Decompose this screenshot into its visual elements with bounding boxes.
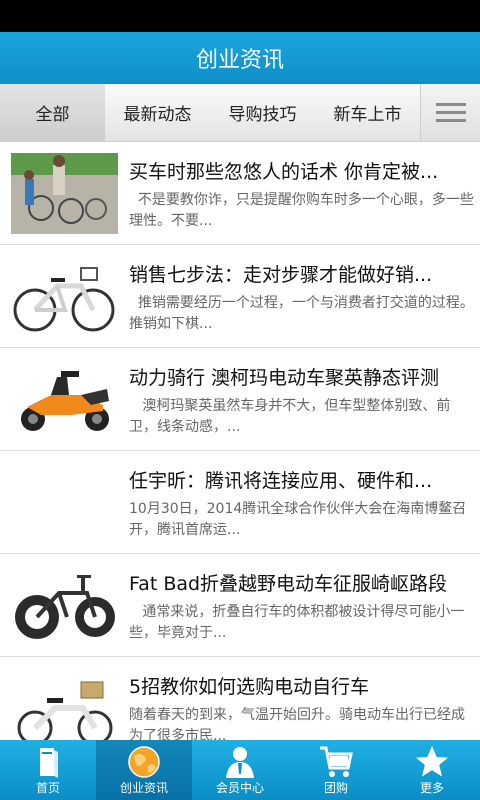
article-title: 买车时那些忽悠人的话术 你肯定被... bbox=[129, 161, 439, 183]
article-summary: 随着春天的到来，气温开始回升。骑电动车出行已经成为了很多市民... bbox=[129, 707, 465, 740]
nav-group-buy[interactable]: 团购 bbox=[288, 740, 384, 800]
article-thumbnail bbox=[11, 565, 118, 646]
nav-startup-news[interactable]: 创业资讯 bbox=[96, 740, 192, 800]
article-title: Fat Bad折叠越野电动车征服崎岖路段 bbox=[129, 573, 448, 595]
star-icon bbox=[416, 746, 448, 777]
nav-label: 首页 bbox=[35, 781, 60, 795]
list-item[interactable]: 5招教你如何选购电动自行车 随着春天的到来，气温开始回升。骑电动车出行已经成为了… bbox=[0, 657, 480, 740]
category-tabs: 全部 最新动态 导购技巧 新车上市 bbox=[0, 84, 480, 142]
article-thumbnail bbox=[11, 462, 118, 543]
app-root: 创业资讯 全部 最新动态 导购技巧 新车上市 买车时那些忽悠人的话术 你肯定被.… bbox=[0, 0, 480, 800]
nav-home[interactable]: 首页 bbox=[0, 740, 96, 800]
tab-latest-news[interactable]: 最新动态 bbox=[105, 84, 210, 141]
title-bar: 创业资讯 bbox=[0, 32, 480, 84]
menu-button[interactable] bbox=[420, 84, 480, 141]
article-title: 销售七步法：走对步骤才能做好销... bbox=[129, 264, 433, 286]
article-title: 任宇昕：腾讯将连接应用、硬件和... bbox=[129, 470, 433, 492]
nav-label: 会员中心 bbox=[215, 781, 264, 795]
article-title: 动力骑行 澳柯玛电动车聚英静态评测 bbox=[129, 367, 440, 389]
bottom-nav: 首页 创业资讯 会员中心 团购 更多 bbox=[0, 740, 480, 800]
menu-icon bbox=[435, 102, 466, 122]
article-thumbnail bbox=[11, 256, 118, 337]
nav-member-center[interactable]: 会员中心 bbox=[192, 740, 288, 800]
book-icon bbox=[40, 748, 58, 778]
nav-label: 更多 bbox=[419, 781, 444, 795]
nav-label: 创业资讯 bbox=[119, 781, 168, 795]
tab-new-models[interactable]: 新车上市 bbox=[315, 84, 420, 141]
list-item[interactable]: 销售七步法：走对步骤才能做好销... 推销需要经历一个过程，一个与消费者打交道的… bbox=[0, 245, 480, 348]
status-bar bbox=[0, 0, 480, 32]
article-summary: 10月30日，2014腾讯全球合作伙伴大会在海南博鳌召开，腾讯首席运... bbox=[129, 501, 467, 538]
tab-buying-tips[interactable]: 导购技巧 bbox=[210, 84, 315, 141]
globe-icon bbox=[128, 746, 160, 778]
article-summary: 通常来说，折叠自行车的体积都被设计得尽可能小一些，毕竟对于... bbox=[129, 604, 465, 641]
article-thumbnail bbox=[11, 359, 118, 440]
page-title: 创业资讯 bbox=[195, 48, 284, 73]
list-item[interactable]: 动力骑行 澳柯玛电动车聚英静态评测 澳柯玛聚英虽然车身并不大，但车型整体别致、前… bbox=[0, 348, 480, 451]
article-summary: 不是要教你诈，只是提醒你购车时多一个心眼，多一些理性。不要... bbox=[129, 192, 474, 229]
cart-icon bbox=[320, 746, 353, 777]
nav-label: 团购 bbox=[323, 781, 348, 795]
article-thumbnail bbox=[11, 153, 118, 234]
article-summary: 推销需要经历一个过程，一个与消费者打交道的过程。推销如下棋... bbox=[129, 295, 474, 332]
list-item[interactable]: 买车时那些忽悠人的话术 你肯定被... 不是要教你诈，只是提醒你购车时多一个心眼… bbox=[0, 142, 480, 245]
nav-more[interactable]: 更多 bbox=[384, 740, 480, 800]
article-list: 买车时那些忽悠人的话术 你肯定被... 不是要教你诈，只是提醒你购车时多一个心眼… bbox=[0, 142, 480, 740]
article-summary: 澳柯玛聚英虽然车身并不大，但车型整体别致、前卫，线条动感，... bbox=[129, 398, 451, 435]
article-title: 5招教你如何选购电动自行车 bbox=[129, 676, 370, 698]
list-item[interactable]: 任宇昕：腾讯将连接应用、硬件和... 10月30日，2014腾讯全球合作伙伴大会… bbox=[0, 451, 480, 554]
list-item[interactable]: Fat Bad折叠越野电动车征服崎岖路段 通常来说，折叠自行车的体积都被设计得尽… bbox=[0, 554, 480, 657]
article-thumbnail bbox=[11, 668, 118, 740]
tab-all[interactable]: 全部 bbox=[0, 84, 105, 141]
user-icon bbox=[226, 747, 254, 778]
